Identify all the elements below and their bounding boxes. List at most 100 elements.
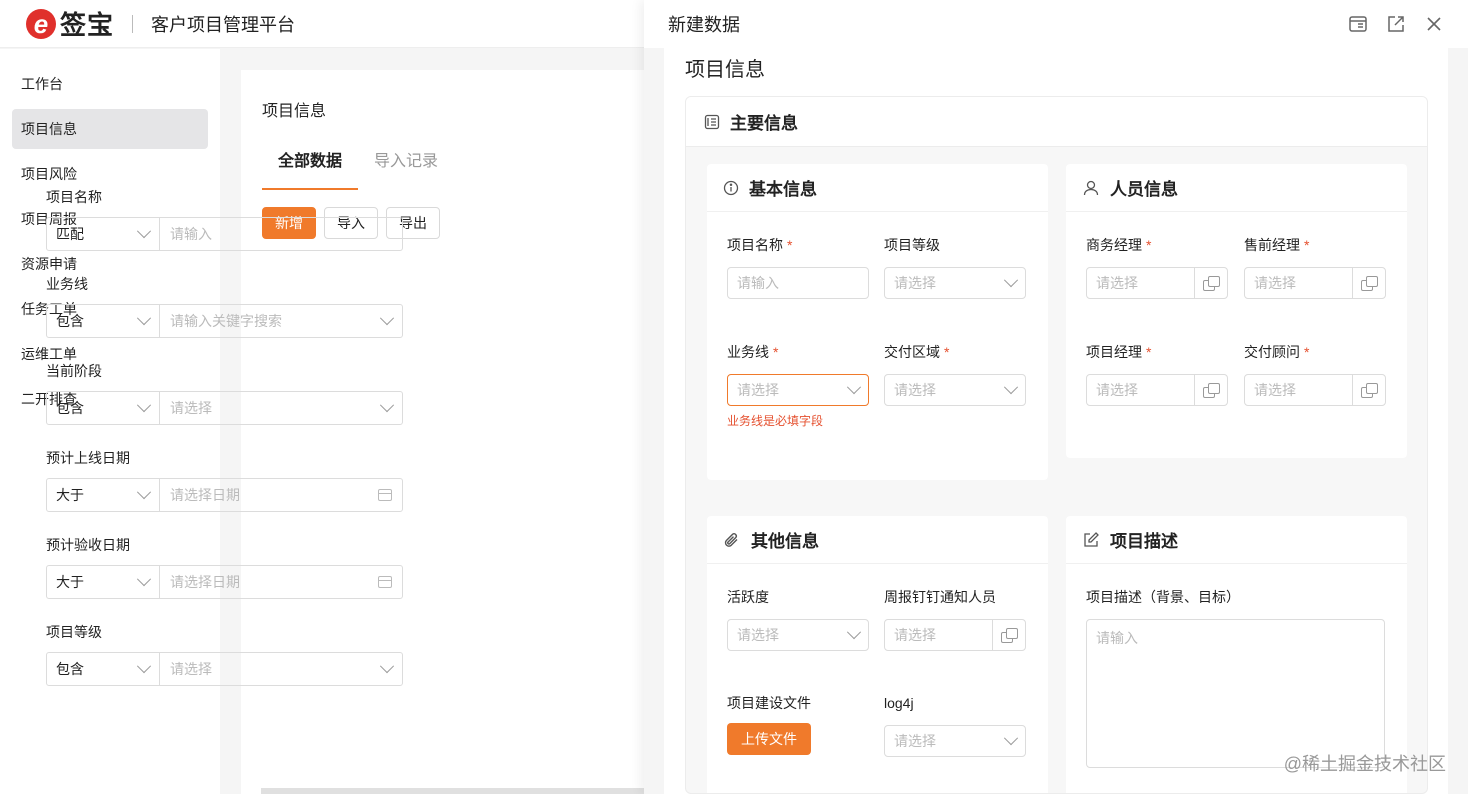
chevron-down-icon	[136, 311, 152, 326]
filter-value-select[interactable]: 请选择	[160, 653, 402, 685]
tab-bar: 全部数据 导入记录	[262, 148, 454, 190]
presales-manager-picker[interactable]: 请选择	[1244, 267, 1386, 299]
log4j-select[interactable]: 请选择	[884, 725, 1026, 757]
placeholder: 请选择	[170, 661, 212, 677]
validation-error: 业务线是必填字段	[727, 414, 824, 428]
notify-people-picker[interactable]: 请选择	[884, 619, 1026, 651]
layout-icon[interactable]	[1348, 14, 1368, 34]
chevron-down-icon	[846, 380, 862, 395]
drawer-actions	[1348, 14, 1444, 34]
delivery-advisor-picker[interactable]: 请选择	[1244, 374, 1386, 406]
filter-business-line: 包含 请输入关键字搜索	[46, 304, 403, 338]
sidebar-item-project-info[interactable]: 项目信息	[12, 109, 208, 149]
field-label: 交付区域	[884, 344, 940, 360]
filter-operator-select[interactable]: 包含	[47, 653, 160, 685]
filter-operator-select[interactable]: 大于	[47, 566, 160, 598]
activity-select[interactable]: 请选择	[727, 619, 869, 651]
project-manager-picker[interactable]: 请选择	[1086, 374, 1228, 406]
filter-label: 项目名称	[46, 189, 102, 205]
page-title: 项目信息	[262, 103, 327, 120]
filter-value-select[interactable]: 请输入关键字搜索	[160, 305, 402, 337]
operator-value: 大于	[56, 574, 84, 590]
description-header: 项目描述	[1066, 516, 1407, 564]
delivery-region-select[interactable]: 请选择	[884, 374, 1026, 406]
picker-button[interactable]	[1352, 375, 1385, 405]
picker-button[interactable]	[992, 620, 1025, 650]
placeholder: 请选择日期	[170, 574, 240, 590]
calendar-icon	[378, 489, 392, 501]
open-external-icon[interactable]	[1386, 14, 1406, 34]
upload-file-button[interactable]: 上传文件	[727, 723, 811, 755]
document-icon	[704, 114, 720, 129]
business-line-select[interactable]: 请选择	[727, 374, 869, 406]
filter-operator-select[interactable]: 匹配	[47, 218, 160, 250]
chevron-down-icon	[136, 398, 152, 413]
filter-operator-select[interactable]: 大于	[47, 479, 160, 511]
required-mark: *	[1146, 237, 1152, 253]
basic-info-header: 基本信息	[707, 164, 1048, 212]
picker-button[interactable]	[1352, 268, 1385, 298]
basic-info-title: 基本信息	[749, 180, 817, 199]
placeholder: 请选择	[894, 627, 936, 643]
filter-operator-select[interactable]: 包含	[47, 305, 160, 337]
filter-project-name: 匹配 请输入	[46, 217, 403, 251]
placeholder: 请输入	[170, 226, 212, 242]
filter-label: 预计上线日期	[46, 450, 130, 466]
placeholder: 请输入	[737, 275, 779, 291]
top-bar: e 签宝 客户项目管理平台	[0, 0, 644, 48]
picker-button[interactable]	[1194, 375, 1227, 405]
required-mark: *	[787, 237, 793, 253]
field-label: 售前经理	[1244, 237, 1300, 253]
logo-text: 签宝	[60, 10, 115, 40]
required-mark: *	[773, 344, 779, 360]
field-label: 项目等级	[884, 237, 940, 253]
tab-all-data[interactable]: 全部数据	[262, 148, 359, 190]
filter-date-picker[interactable]: 请选择日期	[160, 566, 402, 598]
project-description-textarea[interactable]: 请输入	[1086, 619, 1385, 768]
field-delivery-region: 交付区域 * 请选择	[884, 342, 1026, 406]
required-mark: *	[1146, 344, 1152, 360]
filter-value-select[interactable]: 请选择	[160, 392, 402, 424]
drawer-title: 新建数据	[668, 15, 740, 35]
people-info-header: 人员信息	[1066, 164, 1407, 212]
filter-date-picker[interactable]: 请选择日期	[160, 479, 402, 511]
placeholder: 请选择	[1254, 275, 1296, 291]
field-log4j: log4j 请选择	[884, 693, 1026, 757]
picker-button[interactable]	[1194, 268, 1227, 298]
filter-panel: 项目名称 匹配 请输入 业务线 包含 请输入关键字搜索 当前阶段 包含 请选择 …	[46, 186, 403, 708]
watermark: @稀土掘金技术社区	[1283, 754, 1446, 774]
close-icon[interactable]	[1424, 14, 1444, 34]
chevron-down-icon	[846, 625, 862, 640]
filter-label: 预计验收日期	[46, 537, 130, 553]
member-picker-icon	[1203, 383, 1220, 398]
project-name-input[interactable]: 请输入	[727, 267, 869, 299]
operator-value: 大于	[56, 487, 84, 503]
member-picker-icon	[1361, 383, 1378, 398]
filter-value-input[interactable]: 请输入	[160, 218, 402, 250]
placeholder: 请输入	[1096, 630, 1138, 646]
logo-mark: e	[26, 8, 56, 39]
project-level-select[interactable]: 请选择	[884, 267, 1026, 299]
sidebar-item-workbench[interactable]: 工作台	[12, 64, 208, 104]
filter-operator-select[interactable]: 包含	[47, 392, 160, 424]
tab-import-records[interactable]: 导入记录	[358, 148, 454, 190]
main-info-card: 主要信息 基本信息 项目名称 * 请输入 项目等级 请选择 业务线 * 请选择 …	[685, 96, 1428, 794]
brand-logo[interactable]: e 签宝	[26, 6, 114, 42]
chevron-down-icon	[379, 311, 395, 326]
horizontal-scrollbar[interactable]	[261, 788, 644, 794]
placeholder: 请选择	[1096, 275, 1138, 291]
field-project-description: 项目描述（背景、目标） 请输入	[1086, 587, 1385, 768]
filter-acceptance-date: 大于 请选择日期	[46, 565, 403, 599]
new-data-drawer: 新建数据 项目信息 主要信息 基本信息 项目名称 * 请输入 项目等级 请选择 …	[644, 0, 1468, 794]
filter-label: 业务线	[46, 276, 88, 292]
field-label: 交付顾问	[1244, 344, 1300, 360]
filter-stage: 包含 请选择	[46, 391, 403, 425]
placeholder: 请选择	[894, 733, 936, 749]
member-picker-icon	[1001, 628, 1018, 643]
field-label: 业务线	[727, 344, 769, 360]
field-label: 项目建设文件	[727, 695, 811, 711]
member-picker-icon	[1203, 276, 1220, 291]
field-presales-manager: 售前经理 * 请选择	[1244, 235, 1386, 299]
placeholder: 请选择	[1096, 382, 1138, 398]
business-manager-picker[interactable]: 请选择	[1086, 267, 1228, 299]
